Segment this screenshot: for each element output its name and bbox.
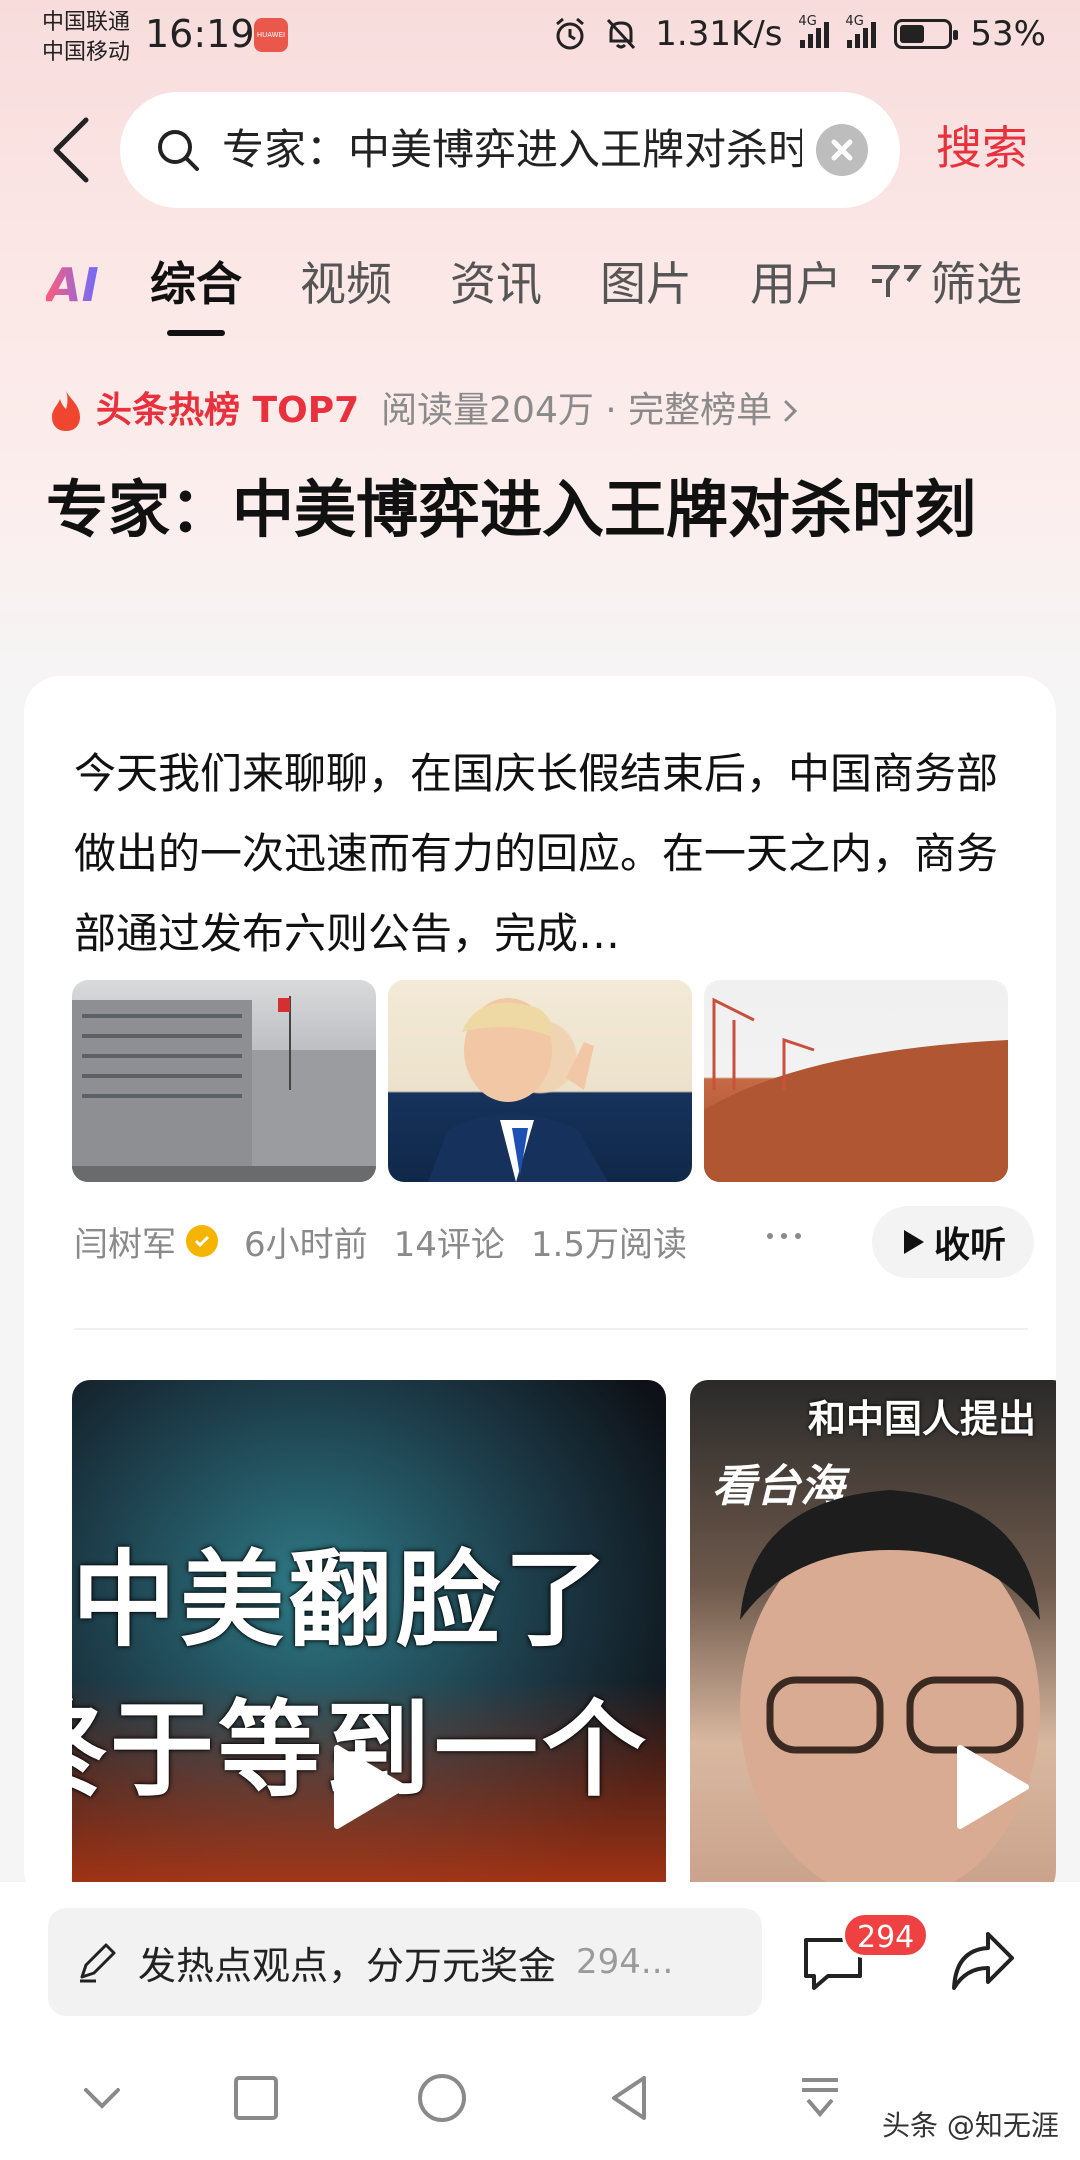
hot-board-title: 头条热榜 TOP7: [96, 390, 360, 431]
watermark: 头条 @知无涯: [882, 2109, 1059, 2142]
carrier-2: 中国移动: [42, 40, 131, 65]
article-meta: 闫树军 6小时前 14评论 1.5万阅读 收听: [74, 1206, 1034, 1278]
status-time: 16:19: [145, 12, 255, 56]
article-snippet[interactable]: 今天我们来聊聊，在国庆长假结束后，中国商务部做出的一次迅速而有力的回应。在一天之…: [74, 734, 1014, 974]
clear-search-button[interactable]: [816, 124, 868, 176]
comment-count-inline: 294...: [576, 1942, 674, 1982]
signal-icon: 4G: [798, 14, 830, 48]
hot-board-meta: 阅读量204万 · 完整榜单: [381, 390, 773, 431]
thumbnail-port[interactable]: [704, 980, 1008, 1182]
more-icon[interactable]: [764, 1226, 804, 1246]
battery-icon: [894, 19, 959, 49]
building-image: [72, 996, 376, 1182]
comment-count: 14评论: [393, 1224, 505, 1265]
video-card-1[interactable]: 中美翻脸了 终于等到一个: [72, 1380, 666, 1900]
search-tabs: AI 综合 视频 资讯 图片 用户 筛选: [0, 250, 1080, 340]
carrier-1: 中国联通: [42, 10, 131, 35]
listen-label: 收听: [933, 1225, 1006, 1266]
signal-icon-2: 4G: [845, 14, 877, 48]
comment-placeholder: 发热点观点，分万元奖金: [138, 1943, 557, 1988]
results-card: 今天我们来聊聊，在国庆长假结束后，中国商务部做出的一次迅速而有力的回应。在一天之…: [24, 676, 1056, 1906]
back-arrow-icon[interactable]: [46, 110, 96, 190]
tab-users[interactable]: 用户: [750, 254, 842, 314]
page-title: 专家：中美博弈进入王牌对杀时刻: [46, 473, 977, 546]
comment-badge: 294: [842, 1912, 930, 1958]
publish-time: 6小时前: [244, 1224, 368, 1265]
close-icon: [831, 139, 853, 161]
listen-button[interactable]: 收听: [872, 1206, 1034, 1278]
recent-apps-icon[interactable]: [230, 2072, 282, 2124]
filter-icon: [872, 265, 922, 297]
alarm-icon: [556, 17, 585, 50]
search-icon: [158, 130, 199, 171]
verified-icon: [186, 1225, 218, 1257]
article-thumbnails[interactable]: [72, 980, 1008, 1182]
port-image: [704, 997, 1008, 1182]
filter-button[interactable]: 筛选: [868, 254, 1022, 314]
notification-drawer-icon[interactable]: [794, 2072, 846, 2124]
video-1-caption-line-1: 中美翻脸了: [72, 1539, 613, 1661]
divider: [74, 1328, 1028, 1330]
chevron-right-icon: [784, 400, 798, 422]
search-query[interactable]: 专家：中美博弈进入王牌对杀时刻: [222, 122, 802, 178]
play-icon[interactable]: [329, 1742, 409, 1832]
tab-ai[interactable]: AI: [46, 258, 99, 312]
tab-comprehensive[interactable]: 综合: [150, 254, 242, 314]
mute-icon: [607, 18, 636, 50]
status-bar: 中国联通 中国移动 16:19 HUAWEI 1.31K/s 4G 4G 53%: [0, 0, 1080, 74]
author-name[interactable]: 闫树军: [74, 1217, 176, 1266]
pen-icon: [80, 1943, 116, 1983]
battery-percent: 53%: [970, 14, 1046, 54]
net-speed: 1.31K/s: [655, 14, 783, 54]
chevron-down-icon[interactable]: [76, 2072, 128, 2124]
thumbnail-person[interactable]: [388, 980, 692, 1182]
play-icon[interactable]: [952, 1742, 1032, 1832]
search-input[interactable]: 专家：中美博弈进入王牌对杀时刻: [120, 92, 900, 208]
comment-input[interactable]: 发热点观点，分万元奖金 294...: [48, 1908, 762, 2016]
share-icon[interactable]: [948, 1928, 1018, 1994]
thumbnail-building[interactable]: [72, 980, 376, 1182]
tab-news[interactable]: 资讯: [450, 254, 542, 314]
play-icon: [903, 1230, 924, 1254]
fire-icon: [52, 391, 80, 431]
status-icons: 1.31K/s 4G 4G 53%: [553, 14, 1046, 54]
video-results: 中美翻脸了 终于等到一个 和中国人提出 看台海: [72, 1380, 1056, 1900]
read-count: 1.5万阅读: [530, 1224, 687, 1265]
filter-label: 筛选: [930, 257, 1022, 311]
person-image: [428, 998, 608, 1182]
home-icon[interactable]: [416, 2072, 468, 2124]
active-tab-indicator: [167, 330, 225, 336]
hot-board-link[interactable]: 头条热榜 TOP7 阅读量204万 · 完整榜单: [46, 386, 802, 436]
tab-images[interactable]: 图片: [600, 254, 692, 314]
video-card-2[interactable]: 和中国人提出 看台海: [690, 1380, 1056, 1900]
huawei-app-icon: HUAWEI: [254, 18, 288, 52]
search-button[interactable]: 搜索: [936, 118, 1028, 178]
tab-video[interactable]: 视频: [300, 254, 392, 314]
back-icon[interactable]: [604, 2072, 656, 2124]
carrier-info: 中国联通 中国移动: [42, 8, 130, 68]
